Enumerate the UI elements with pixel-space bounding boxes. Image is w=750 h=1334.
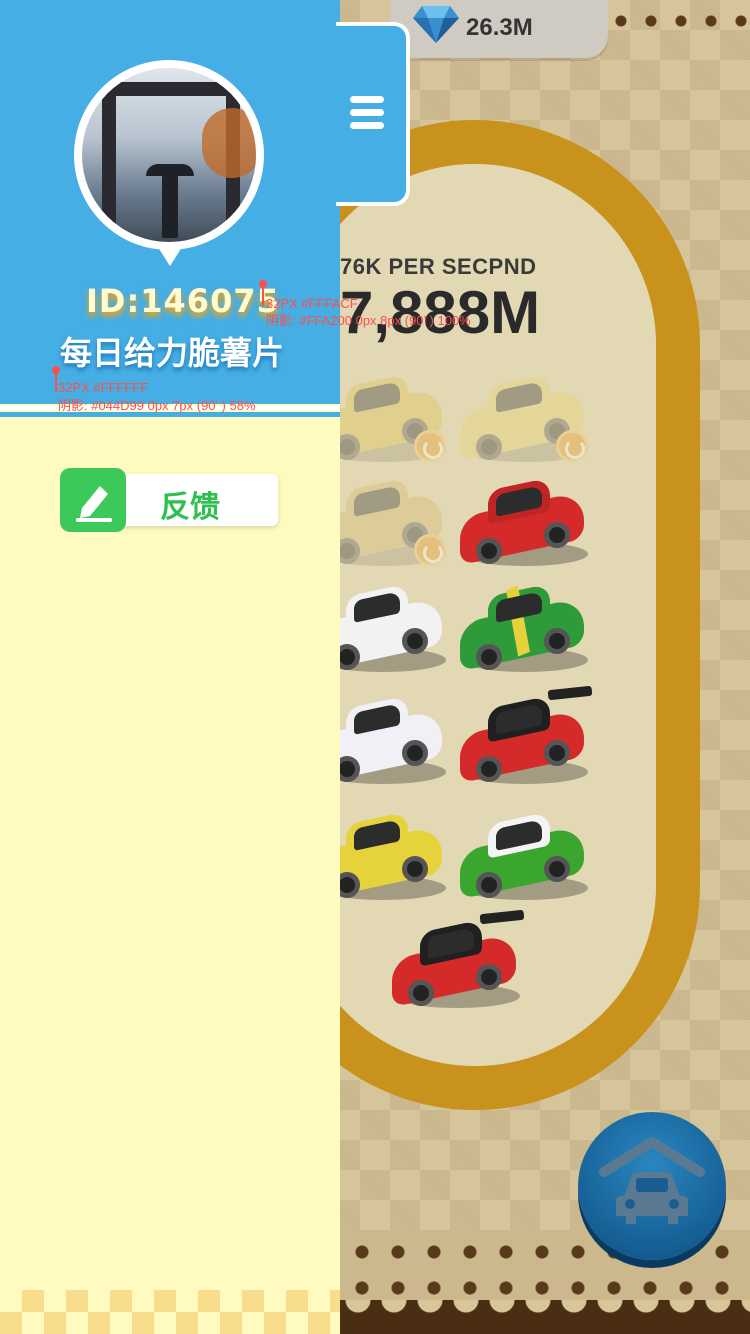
car-slot[interactable] xyxy=(452,685,593,794)
user-id: ID:146075 xyxy=(86,282,280,320)
garage-button[interactable] xyxy=(578,1112,726,1260)
avatar-art xyxy=(162,168,178,238)
avatar-art xyxy=(202,108,256,178)
car-part xyxy=(476,538,502,564)
feedback-label: 反馈 xyxy=(160,490,220,525)
annotation-pin xyxy=(52,366,60,392)
menu-toggle-button[interactable] xyxy=(336,22,410,206)
gem-value: 26.3M xyxy=(466,14,533,41)
gem-counter: 26.3M xyxy=(390,0,608,58)
annotation-text: 阴影: #FFA200 0px 8px (90’ ) 100% xyxy=(266,313,471,328)
car-slot[interactable] xyxy=(452,582,592,682)
car-part xyxy=(476,872,502,898)
avatar-pointer xyxy=(156,244,184,266)
decor-checker-bottom xyxy=(0,1290,340,1334)
car-slot[interactable] xyxy=(452,810,592,910)
car-part xyxy=(476,964,502,990)
decor-scallop-bottom xyxy=(340,1300,750,1334)
car-part xyxy=(476,644,502,670)
car-part xyxy=(544,740,570,766)
pencil-icon xyxy=(60,468,126,532)
avatar-frame[interactable] xyxy=(74,60,264,250)
income-rate-label: 76K PER SECPND xyxy=(340,254,537,279)
annotation-pin xyxy=(259,280,267,306)
hamburger-icon xyxy=(350,96,384,130)
car-garage-icon xyxy=(599,1137,705,1224)
car-slot[interactable] xyxy=(452,476,592,576)
diamond-icon xyxy=(413,6,459,43)
refresh-icon xyxy=(556,430,588,462)
car-part xyxy=(402,856,428,882)
car-part xyxy=(476,756,502,782)
refresh-icon xyxy=(414,534,446,566)
car-part xyxy=(408,980,434,1006)
avatar-art xyxy=(102,88,116,242)
car-part xyxy=(544,628,570,654)
car-part xyxy=(476,434,502,460)
avatar xyxy=(82,68,256,242)
refresh-icon xyxy=(414,430,446,462)
car-part xyxy=(402,628,428,654)
car-part xyxy=(544,856,570,882)
decor-dots-top xyxy=(600,0,750,40)
car-part xyxy=(402,740,428,766)
user-name: 每日给力脆薯片 xyxy=(60,334,285,372)
annotation-text: 阴影: #044D99 0px 7px (90’ ) 58% xyxy=(58,398,256,413)
annotation-text: 32PX #FFFFFF xyxy=(58,380,149,395)
car-part xyxy=(544,522,570,548)
side-drawer: ID:146075 每日给力脆薯片 32PX #FFFACF 阴影: #FFA2… xyxy=(0,0,471,1334)
car-slot[interactable] xyxy=(452,372,592,472)
feedback-button[interactable]: 反馈 xyxy=(60,468,278,532)
car-slot[interactable] xyxy=(384,909,525,1018)
annotation-text: 32PX #FFFACF xyxy=(266,296,358,311)
